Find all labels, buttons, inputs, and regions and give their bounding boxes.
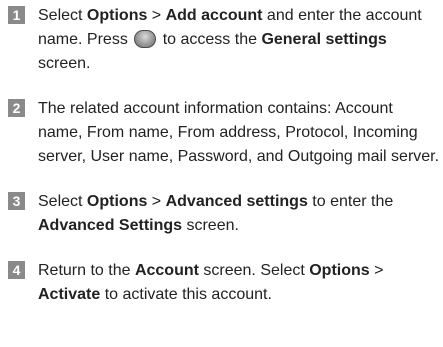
ok-key-icon	[134, 30, 157, 48]
text: to enter the	[307, 193, 394, 210]
step-text: Select Options > Advanced settings to en…	[38, 190, 440, 238]
step-number: 3	[8, 192, 25, 210]
step-text: The related account information contains…	[38, 97, 440, 169]
text: Select	[38, 193, 87, 210]
step-3: 3 Select Options > Advanced settings to …	[8, 190, 440, 238]
screen-account: Account	[134, 262, 199, 279]
text: screen.	[182, 217, 239, 234]
text: screen. Select	[198, 262, 310, 279]
menu-options: Options	[309, 262, 370, 279]
step-text: Return to the Account screen. Select Opt…	[38, 259, 440, 307]
text: to activate this account.	[100, 286, 272, 303]
menu-options: Options	[86, 193, 148, 210]
step-number: 1	[8, 6, 25, 24]
step-4: 4 Return to the Account screen. Select O…	[8, 259, 440, 307]
menu-options: Options	[86, 7, 148, 24]
screen-advanced-settings: Advanced Settings	[38, 217, 183, 234]
menu-add-account: Add account	[165, 7, 263, 24]
text: >	[147, 193, 166, 210]
screen-general-settings: General settings	[261, 31, 387, 48]
step-text: Select Options > Add account and enter t…	[38, 4, 440, 76]
step-number: 2	[8, 99, 25, 117]
text: >	[147, 7, 166, 24]
menu-activate: Activate	[38, 286, 101, 303]
text: screen.	[38, 55, 91, 72]
step-2: 2 The related account information contai…	[8, 97, 440, 169]
text: >	[369, 262, 384, 279]
step-number: 4	[8, 261, 25, 279]
menu-advanced-settings: Advanced settings	[165, 193, 308, 210]
text: to access the	[158, 31, 262, 48]
text: Select	[38, 7, 87, 24]
instruction-steps: 1 Select Options > Add account and enter…	[8, 4, 440, 328]
text: The related account information contains…	[38, 100, 440, 165]
text: Return to the	[38, 262, 135, 279]
step-1: 1 Select Options > Add account and enter…	[8, 4, 440, 76]
